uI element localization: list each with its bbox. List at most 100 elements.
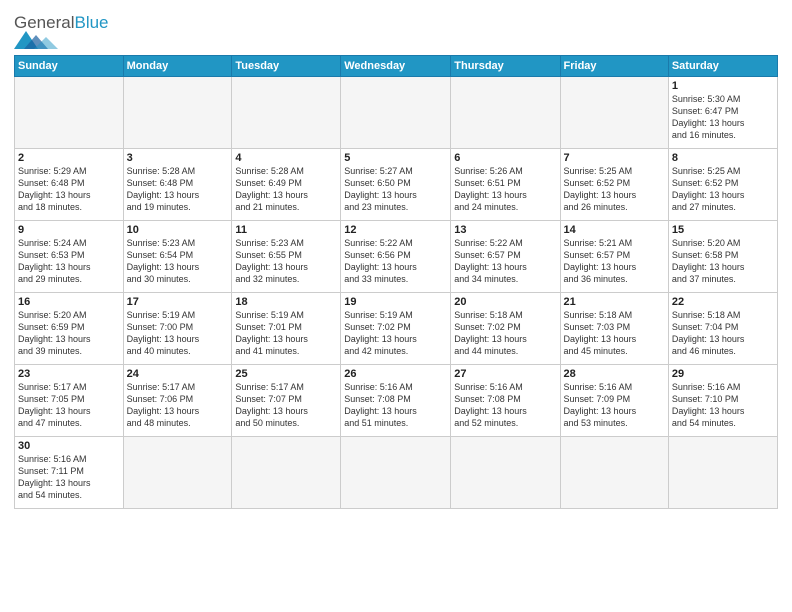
calendar-day-cell	[341, 77, 451, 149]
day-info: Sunrise: 5:19 AM Sunset: 7:02 PM Dayligh…	[344, 309, 447, 358]
calendar-day-cell: 11Sunrise: 5:23 AM Sunset: 6:55 PM Dayli…	[232, 221, 341, 293]
day-info: Sunrise: 5:18 AM Sunset: 7:02 PM Dayligh…	[454, 309, 556, 358]
day-number: 28	[564, 368, 665, 380]
day-number: 26	[344, 368, 447, 380]
calendar-day-cell: 1Sunrise: 5:30 AM Sunset: 6:47 PM Daylig…	[668, 77, 777, 149]
calendar-day-cell: 7Sunrise: 5:25 AM Sunset: 6:52 PM Daylig…	[560, 149, 668, 221]
calendar-day-cell: 17Sunrise: 5:19 AM Sunset: 7:00 PM Dayli…	[123, 293, 232, 365]
day-number: 17	[127, 296, 229, 308]
day-info: Sunrise: 5:26 AM Sunset: 6:51 PM Dayligh…	[454, 165, 556, 214]
day-number: 8	[672, 152, 774, 164]
calendar-day-cell: 27Sunrise: 5:16 AM Sunset: 7:08 PM Dayli…	[451, 365, 560, 437]
page-container: GeneralBlue SundayMondayTuesdayWednesday…	[0, 0, 792, 519]
day-info: Sunrise: 5:16 AM Sunset: 7:09 PM Dayligh…	[564, 381, 665, 430]
calendar-day-cell: 24Sunrise: 5:17 AM Sunset: 7:06 PM Dayli…	[123, 365, 232, 437]
day-number: 7	[564, 152, 665, 164]
day-info: Sunrise: 5:29 AM Sunset: 6:48 PM Dayligh…	[18, 165, 120, 214]
day-info: Sunrise: 5:17 AM Sunset: 7:06 PM Dayligh…	[127, 381, 229, 430]
day-info: Sunrise: 5:19 AM Sunset: 7:00 PM Dayligh…	[127, 309, 229, 358]
calendar-day-cell: 10Sunrise: 5:23 AM Sunset: 6:54 PM Dayli…	[123, 221, 232, 293]
calendar-day-cell	[451, 437, 560, 509]
day-info: Sunrise: 5:22 AM Sunset: 6:56 PM Dayligh…	[344, 237, 447, 286]
calendar-day-cell: 15Sunrise: 5:20 AM Sunset: 6:58 PM Dayli…	[668, 221, 777, 293]
calendar-day-cell: 29Sunrise: 5:16 AM Sunset: 7:10 PM Dayli…	[668, 365, 777, 437]
day-info: Sunrise: 5:23 AM Sunset: 6:54 PM Dayligh…	[127, 237, 229, 286]
day-info: Sunrise: 5:18 AM Sunset: 7:04 PM Dayligh…	[672, 309, 774, 358]
calendar-day-cell: 21Sunrise: 5:18 AM Sunset: 7:03 PM Dayli…	[560, 293, 668, 365]
calendar-day-cell	[15, 77, 124, 149]
day-number: 12	[344, 224, 447, 236]
day-info: Sunrise: 5:25 AM Sunset: 6:52 PM Dayligh…	[672, 165, 774, 214]
calendar-day-cell	[123, 77, 232, 149]
day-info: Sunrise: 5:23 AM Sunset: 6:55 PM Dayligh…	[235, 237, 337, 286]
day-info: Sunrise: 5:22 AM Sunset: 6:57 PM Dayligh…	[454, 237, 556, 286]
calendar-week-row: 1Sunrise: 5:30 AM Sunset: 6:47 PM Daylig…	[15, 77, 778, 149]
calendar-day-cell	[560, 437, 668, 509]
calendar-day-cell: 30Sunrise: 5:16 AM Sunset: 7:11 PM Dayli…	[15, 437, 124, 509]
calendar-day-cell: 5Sunrise: 5:27 AM Sunset: 6:50 PM Daylig…	[341, 149, 451, 221]
day-number: 15	[672, 224, 774, 236]
day-number: 1	[672, 80, 774, 92]
calendar-day-cell: 20Sunrise: 5:18 AM Sunset: 7:02 PM Dayli…	[451, 293, 560, 365]
day-number: 23	[18, 368, 120, 380]
weekday-header-sunday: Sunday	[15, 56, 124, 77]
day-info: Sunrise: 5:20 AM Sunset: 6:58 PM Dayligh…	[672, 237, 774, 286]
logo-icon	[14, 31, 58, 49]
day-number: 5	[344, 152, 447, 164]
calendar-day-cell: 16Sunrise: 5:20 AM Sunset: 6:59 PM Dayli…	[15, 293, 124, 365]
calendar-day-cell: 18Sunrise: 5:19 AM Sunset: 7:01 PM Dayli…	[232, 293, 341, 365]
day-info: Sunrise: 5:21 AM Sunset: 6:57 PM Dayligh…	[564, 237, 665, 286]
day-number: 3	[127, 152, 229, 164]
calendar-day-cell: 6Sunrise: 5:26 AM Sunset: 6:51 PM Daylig…	[451, 149, 560, 221]
day-info: Sunrise: 5:28 AM Sunset: 6:48 PM Dayligh…	[127, 165, 229, 214]
calendar-day-cell: 26Sunrise: 5:16 AM Sunset: 7:08 PM Dayli…	[341, 365, 451, 437]
calendar-day-cell: 14Sunrise: 5:21 AM Sunset: 6:57 PM Dayli…	[560, 221, 668, 293]
calendar-day-cell: 9Sunrise: 5:24 AM Sunset: 6:53 PM Daylig…	[15, 221, 124, 293]
calendar-day-cell: 8Sunrise: 5:25 AM Sunset: 6:52 PM Daylig…	[668, 149, 777, 221]
weekday-header-thursday: Thursday	[451, 56, 560, 77]
day-number: 19	[344, 296, 447, 308]
day-number: 18	[235, 296, 337, 308]
day-info: Sunrise: 5:19 AM Sunset: 7:01 PM Dayligh…	[235, 309, 337, 358]
calendar-day-cell	[560, 77, 668, 149]
calendar-day-cell: 19Sunrise: 5:19 AM Sunset: 7:02 PM Dayli…	[341, 293, 451, 365]
calendar-day-cell: 23Sunrise: 5:17 AM Sunset: 7:05 PM Dayli…	[15, 365, 124, 437]
logo-general: General	[14, 13, 74, 32]
calendar-day-cell: 2Sunrise: 5:29 AM Sunset: 6:48 PM Daylig…	[15, 149, 124, 221]
day-info: Sunrise: 5:17 AM Sunset: 7:05 PM Dayligh…	[18, 381, 120, 430]
day-number: 13	[454, 224, 556, 236]
calendar-day-cell: 13Sunrise: 5:22 AM Sunset: 6:57 PM Dayli…	[451, 221, 560, 293]
calendar-day-cell	[232, 77, 341, 149]
day-info: Sunrise: 5:16 AM Sunset: 7:08 PM Dayligh…	[344, 381, 447, 430]
day-number: 21	[564, 296, 665, 308]
day-number: 20	[454, 296, 556, 308]
calendar-day-cell: 25Sunrise: 5:17 AM Sunset: 7:07 PM Dayli…	[232, 365, 341, 437]
logo-blue: Blue	[74, 13, 108, 32]
day-number: 29	[672, 368, 774, 380]
day-info: Sunrise: 5:27 AM Sunset: 6:50 PM Dayligh…	[344, 165, 447, 214]
logo: GeneralBlue	[14, 14, 109, 49]
day-number: 4	[235, 152, 337, 164]
day-number: 14	[564, 224, 665, 236]
calendar-day-cell	[123, 437, 232, 509]
calendar-day-cell: 28Sunrise: 5:16 AM Sunset: 7:09 PM Dayli…	[560, 365, 668, 437]
day-info: Sunrise: 5:24 AM Sunset: 6:53 PM Dayligh…	[18, 237, 120, 286]
day-info: Sunrise: 5:16 AM Sunset: 7:10 PM Dayligh…	[672, 381, 774, 430]
calendar-week-row: 2Sunrise: 5:29 AM Sunset: 6:48 PM Daylig…	[15, 149, 778, 221]
day-number: 9	[18, 224, 120, 236]
day-number: 16	[18, 296, 120, 308]
day-info: Sunrise: 5:16 AM Sunset: 7:08 PM Dayligh…	[454, 381, 556, 430]
day-number: 22	[672, 296, 774, 308]
day-info: Sunrise: 5:20 AM Sunset: 6:59 PM Dayligh…	[18, 309, 120, 358]
day-number: 24	[127, 368, 229, 380]
day-info: Sunrise: 5:30 AM Sunset: 6:47 PM Dayligh…	[672, 93, 774, 142]
day-number: 2	[18, 152, 120, 164]
weekday-header-row: SundayMondayTuesdayWednesdayThursdayFrid…	[15, 56, 778, 77]
calendar-day-cell	[451, 77, 560, 149]
day-number: 11	[235, 224, 337, 236]
weekday-header-monday: Monday	[123, 56, 232, 77]
calendar-day-cell: 4Sunrise: 5:28 AM Sunset: 6:49 PM Daylig…	[232, 149, 341, 221]
header: GeneralBlue	[14, 10, 778, 49]
calendar-week-row: 9Sunrise: 5:24 AM Sunset: 6:53 PM Daylig…	[15, 221, 778, 293]
calendar-day-cell	[668, 437, 777, 509]
